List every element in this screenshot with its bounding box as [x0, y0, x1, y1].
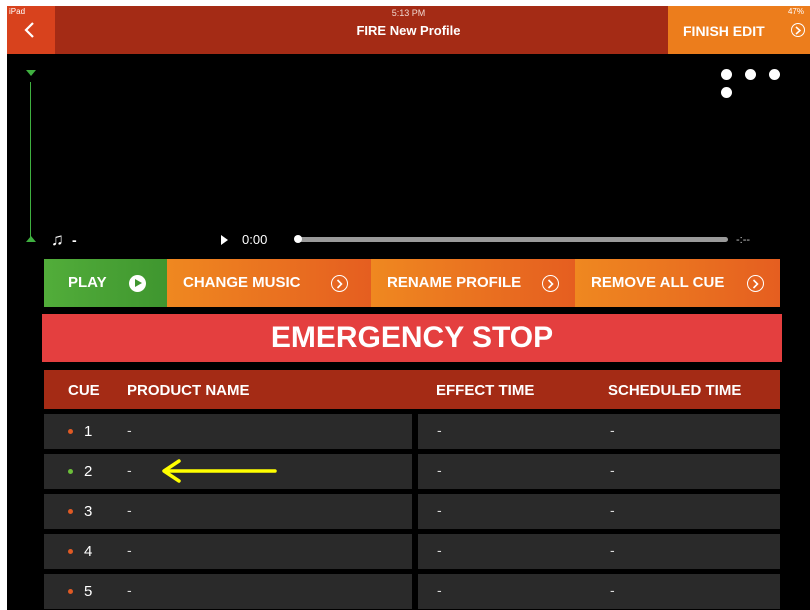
time-cell[interactable]: - - [418, 534, 780, 569]
table-row[interactable]: 1 - - - [44, 414, 780, 449]
chevron-right-icon [331, 275, 348, 292]
time-cell[interactable]: - - [418, 574, 780, 609]
table-row[interactable]: 4 - - - [44, 534, 780, 569]
scheduled-time: - [610, 542, 615, 558]
more-options-icon[interactable] [721, 67, 810, 103]
remove-all-cue-button[interactable]: REMOVE ALL CUE [575, 259, 780, 307]
cue-number: 3 [84, 503, 93, 520]
cue-status-dot [68, 509, 73, 514]
product-cell[interactable]: 4 - [44, 534, 412, 569]
chevron-right-icon [542, 275, 559, 292]
cue-status-dot [68, 589, 73, 594]
column-header-cue: CUE [68, 382, 100, 399]
cue-number: 5 [84, 583, 93, 600]
product-name: - [127, 502, 132, 518]
scheduled-time: - [610, 582, 615, 598]
column-header-product-name: PRODUCT NAME [127, 382, 250, 399]
column-header-effect-time: EFFECT TIME [436, 382, 535, 399]
remaining-time: -:-- [736, 234, 751, 246]
time-cell[interactable]: - - [418, 414, 780, 449]
app-screen: iPad 5:13 PM FIRE New Profile 47% FINISH… [7, 6, 810, 610]
cue-number: 2 [84, 463, 93, 480]
play-circle-icon [129, 275, 146, 292]
product-name: - [127, 542, 132, 558]
change-music-button[interactable]: CHANGE MUSIC [167, 259, 371, 307]
music-note-icon: ♫ [51, 230, 64, 249]
progress-knob[interactable] [294, 235, 302, 243]
effect-time: - [437, 582, 442, 598]
table-row[interactable]: 3 - - - [44, 494, 780, 529]
product-cell[interactable]: 5 - [44, 574, 412, 609]
product-name: - [127, 422, 132, 438]
annotation-arrow-icon [162, 459, 277, 483]
remove-all-cue-label: REMOVE ALL CUE [591, 274, 725, 291]
effect-time: - [437, 422, 442, 438]
chevron-right-icon [791, 23, 805, 37]
cue-status-dot [68, 429, 73, 434]
play-button-label: PLAY [68, 274, 107, 291]
table-row[interactable]: 5 - - - [44, 574, 780, 609]
cue-number: 1 [84, 423, 93, 440]
cue-status-dot [68, 469, 73, 474]
play-icon[interactable] [221, 235, 228, 245]
rename-profile-button[interactable]: RENAME PROFILE [371, 259, 575, 307]
scheduled-time: - [610, 462, 615, 478]
navigation-bar: iPad 5:13 PM FIRE New Profile 47% FINISH… [7, 6, 810, 54]
product-cell[interactable]: 3 - [44, 494, 412, 529]
cue-number: 4 [84, 543, 93, 560]
playback-time: 0:00 [242, 232, 268, 247]
emergency-stop-button[interactable]: EMERGENCY STOP [42, 314, 782, 362]
finish-edit-label: FINISH EDIT [683, 23, 765, 39]
effect-time: - [437, 542, 442, 558]
finish-edit-button[interactable]: 47% FINISH EDIT [668, 6, 810, 54]
timeline-track [30, 82, 31, 238]
action-button-row: PLAY CHANGE MUSIC RENAME PROFILE REMOVE … [44, 259, 780, 307]
change-music-label: CHANGE MUSIC [183, 274, 301, 291]
progress-bar[interactable] [297, 237, 728, 242]
play-button[interactable]: PLAY [44, 259, 167, 307]
rename-profile-label: RENAME PROFILE [387, 274, 522, 291]
timeline-bottom-marker-icon[interactable] [26, 236, 36, 242]
status-battery: 47% [787, 7, 804, 16]
scheduled-time: - [610, 422, 615, 438]
time-cell[interactable]: - - [418, 494, 780, 529]
track-name: - [72, 232, 77, 248]
chevron-right-icon [747, 275, 764, 292]
cue-table-header: CUE PRODUCT NAME EFFECT TIME SCHEDULED T… [44, 370, 780, 409]
table-row[interactable]: 2 - - - [44, 454, 780, 489]
cue-status-dot [68, 549, 73, 554]
time-cell[interactable]: - - [418, 454, 780, 489]
product-name: - [127, 462, 132, 478]
effect-time: - [437, 462, 442, 478]
column-header-scheduled-time: SCHEDULED TIME [608, 382, 742, 399]
scheduled-time: - [610, 502, 615, 518]
product-cell[interactable]: 1 - [44, 414, 412, 449]
effect-time: - [437, 502, 442, 518]
timeline-top-marker-icon [26, 70, 36, 76]
product-name: - [127, 582, 132, 598]
